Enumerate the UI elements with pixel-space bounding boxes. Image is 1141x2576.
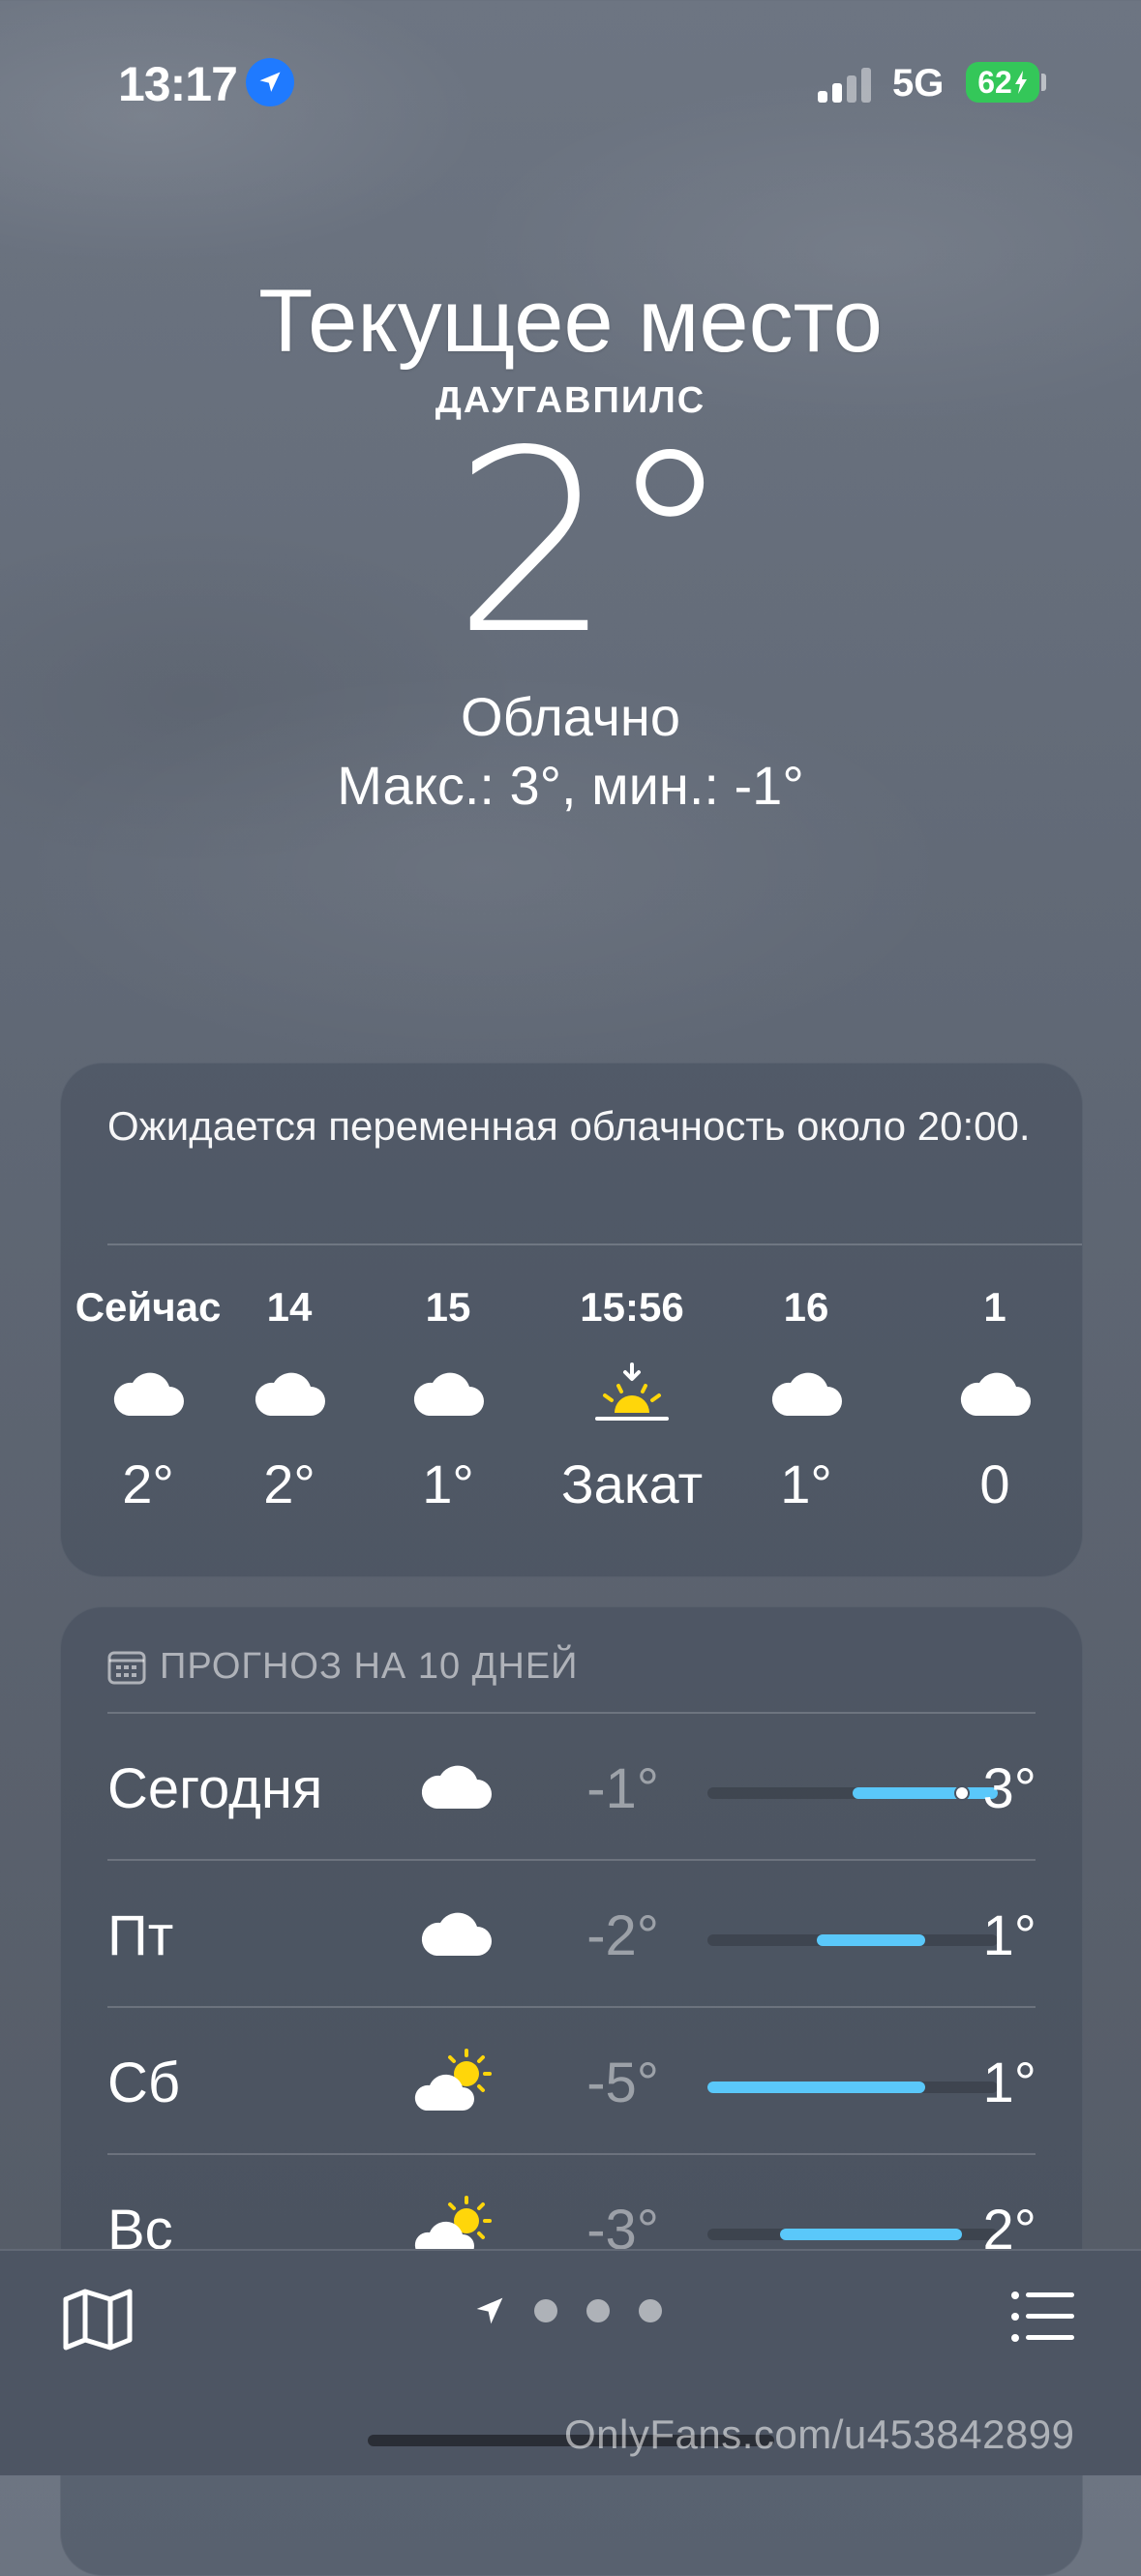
- map-icon: [63, 2289, 133, 2351]
- hour-item[interactable]: 16 1°: [719, 1284, 893, 1515]
- cloud-icon: [719, 1340, 893, 1447]
- battery-level: 62: [977, 64, 1012, 100]
- high-temp: 1°: [982, 1904, 1036, 1967]
- hour-label: 15: [425, 1284, 471, 1330]
- day-name: Сегодня: [107, 1757, 323, 1820]
- daily-header-label: ПРОГНОЗ НА 10 ДНЕЙ: [160, 1645, 579, 1687]
- high-temp: 1°: [982, 2052, 1036, 2114]
- current-weather: Текущее место ДАУГАВПИЛС 2° Облачно Макс…: [0, 271, 1141, 817]
- cloud-icon: [202, 1340, 376, 1447]
- range-fill: [816, 1934, 925, 1946]
- battery-tip: [1041, 74, 1046, 91]
- cellular-signal-icon: [818, 64, 876, 103]
- location-arrow-icon: [476, 2297, 503, 2324]
- hour-temperature: 2°: [263, 1453, 315, 1514]
- current-temp-dot: [953, 1785, 970, 1801]
- divider: [107, 1243, 1082, 1245]
- status-time: 13:17: [118, 57, 238, 111]
- day-row[interactable]: Сб -5° 1°: [107, 2008, 1036, 2153]
- range-fill: [707, 2082, 925, 2093]
- high-low-temperature: Макс.: 3°, мин.: -1°: [337, 755, 804, 816]
- status-bar: 13:17 5G 62: [0, 0, 1141, 155]
- day-name: Пт: [107, 1904, 174, 1967]
- day-row[interactable]: Пт -2° 1°: [107, 1861, 1036, 2006]
- hour-item[interactable]: 1 0: [908, 1284, 1082, 1515]
- partly-sunny-icon: [403, 2037, 509, 2124]
- hour-label: 15:56: [580, 1284, 684, 1330]
- hour-label: 14: [266, 1284, 313, 1330]
- cloud-icon: [908, 1340, 1082, 1447]
- temperature-range-bar: [707, 2082, 998, 2093]
- weather-condition: Облачно: [461, 686, 680, 747]
- low-temp: -1°: [586, 1757, 659, 1820]
- hour-label: 16: [783, 1284, 829, 1330]
- temperature-range-bar: [707, 1785, 998, 1801]
- location-arrow-icon: [246, 58, 294, 106]
- current-temperature: 2°: [452, 398, 733, 690]
- range-fill: [853, 1787, 998, 1799]
- hour-item[interactable]: 14 2°: [202, 1284, 376, 1515]
- temperature-range-bar: [707, 2229, 998, 2240]
- network-type: 5G: [892, 62, 945, 105]
- daily-header: ПРОГНОЗ НА 10 ДНЕЙ: [107, 1642, 578, 1691]
- cloud-icon: [361, 1340, 535, 1447]
- forecast-summary: Ожидается переменная облачность около 20…: [107, 1103, 1031, 1149]
- watermark: OnlyFans.com/u453842899: [564, 2411, 1075, 2457]
- location-title: Текущее место: [258, 272, 883, 371]
- hourly-forecast-card[interactable]: Ожидается переменная облачность около 20…: [60, 1063, 1083, 1577]
- page-dot[interactable]: [586, 2299, 610, 2322]
- hour-item[interactable]: 15 1°: [361, 1284, 535, 1515]
- calendar-icon: [107, 1651, 146, 1685]
- cloud-icon: [403, 1743, 509, 1830]
- list-icon: [1011, 2291, 1074, 2342]
- city-list-button[interactable]: [1010, 2290, 1074, 2344]
- hour-temperature: 0: [979, 1453, 1010, 1514]
- page-dot[interactable]: [639, 2299, 662, 2322]
- day-name: Сб: [107, 2052, 181, 2114]
- range-fill: [780, 2229, 962, 2240]
- battery-icon: 62: [966, 62, 1039, 103]
- day-row[interactable]: Сегодня -1° 3°: [107, 1714, 1036, 1859]
- low-temp: -5°: [586, 2052, 659, 2114]
- temperature-range-bar: [707, 1934, 998, 1946]
- sunset-icon: [521, 1340, 743, 1447]
- high-temp: 3°: [982, 1757, 1036, 1820]
- hour-temperature: 1°: [780, 1453, 832, 1514]
- cloud-icon: [403, 1890, 509, 1977]
- hour-label: 1: [983, 1284, 1006, 1330]
- page-indicator[interactable]: [474, 2295, 662, 2326]
- hour-temperature: 1°: [422, 1453, 474, 1514]
- hour-temperature: Закат: [560, 1453, 704, 1514]
- map-button[interactable]: [62, 2288, 134, 2351]
- page-dot[interactable]: [534, 2299, 557, 2322]
- hour-item-sunset[interactable]: 15:56 Закат: [521, 1284, 743, 1515]
- low-temp: -2°: [586, 1904, 659, 1967]
